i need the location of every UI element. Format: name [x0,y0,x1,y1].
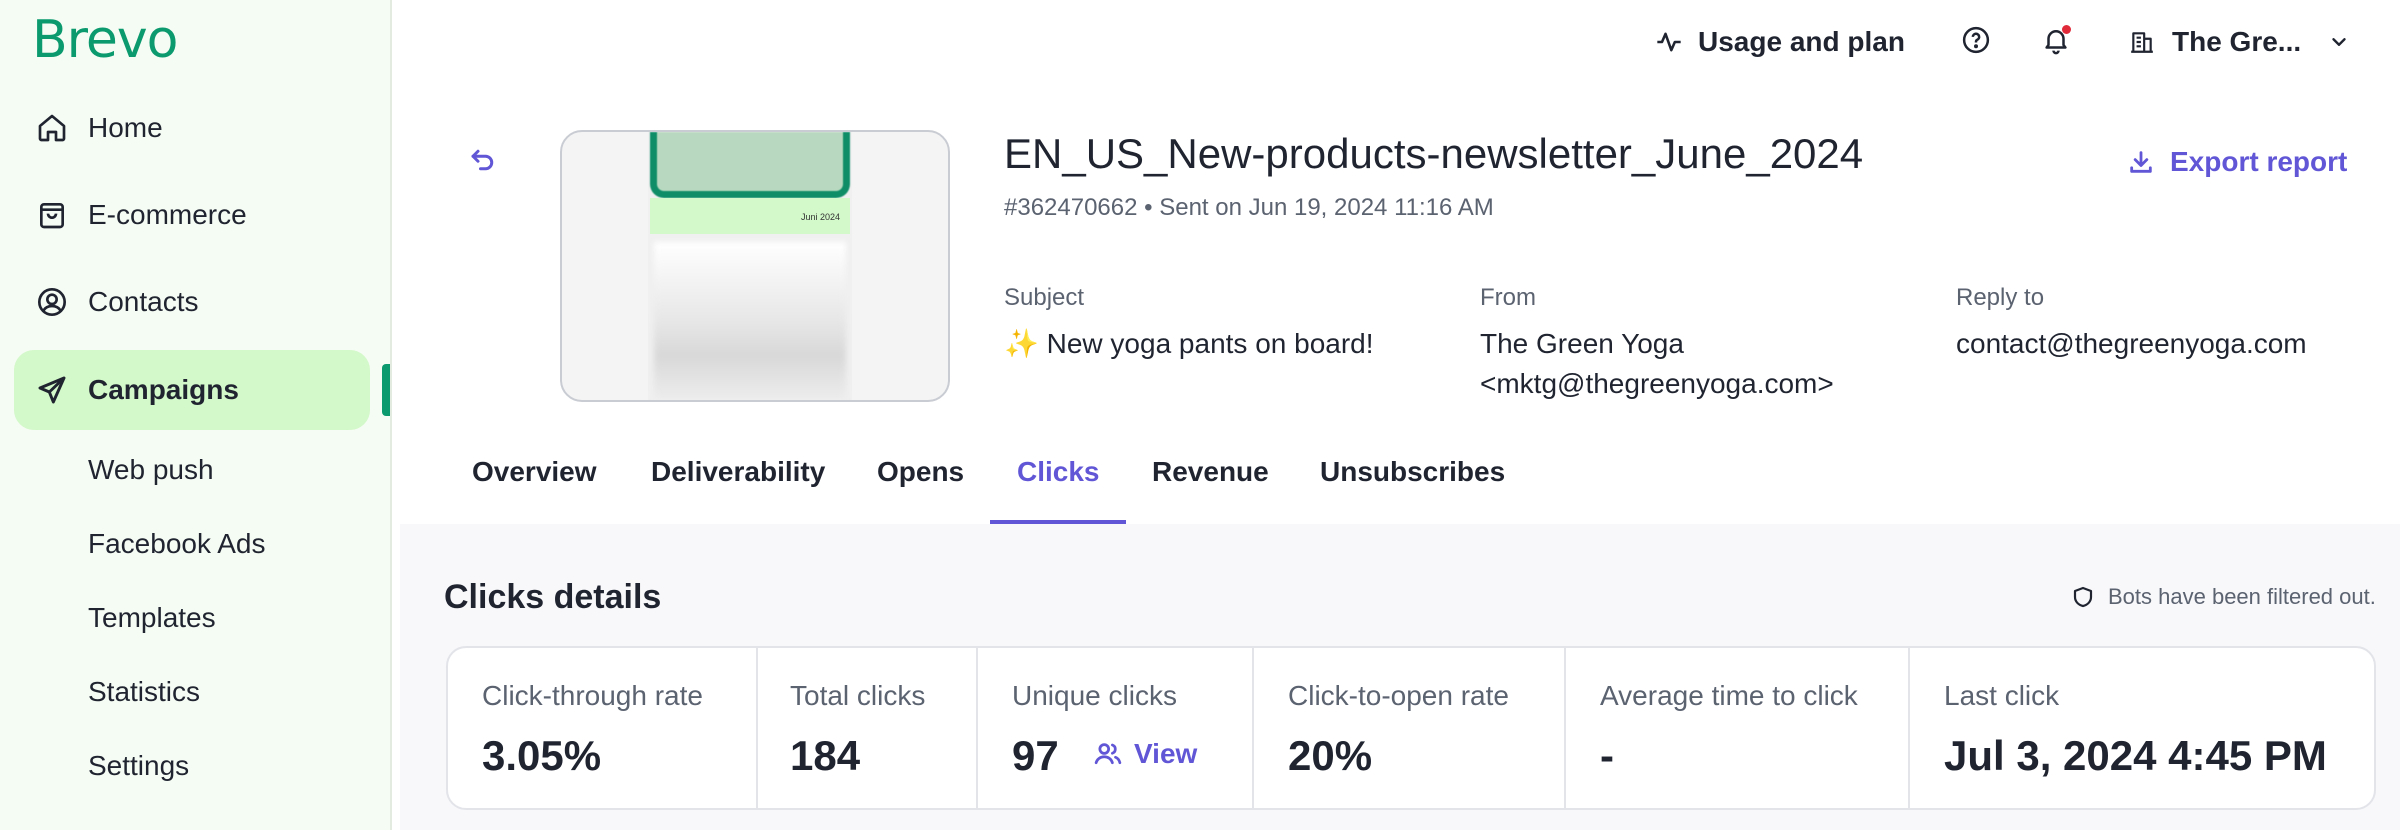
from-value: The Green Yoga <mktg@thegreenyoga.com> [1480,324,1834,404]
preview-body [654,242,846,400]
stat-label: Total clicks [790,680,926,711]
sidebar-item-label: Contacts [88,286,199,317]
sidebar-subitem-facebook-ads[interactable]: Facebook Ads [88,528,265,560]
home-icon [34,110,70,146]
back-button[interactable] [466,145,500,179]
export-report-label: Export report [2170,146,2348,177]
active-indicator [382,364,390,416]
stat-value: Jul 3, 2024 4:45 PM [1944,732,2327,779]
tab-unsubscribes[interactable]: Unsubscribes [1320,456,1505,488]
account-switcher[interactable]: The Gre... [2128,22,2351,62]
sidebar: Brevo Home E-commerce Contacts Campaigns… [0,0,392,830]
bots-filtered-text: Bots have been filtered out. [2108,584,2376,609]
preview-date: Juni 2024 [800,212,840,222]
usage-and-plan-label: Usage and plan [1698,26,1905,57]
shield-icon [2070,584,2096,610]
view-link-label: View [1134,738,1198,769]
clicks-details-title: Clicks details [444,578,662,616]
send-icon [34,372,70,408]
stats-card: Click-through rate 3.05% Total clicks 18… [446,646,2376,810]
undo-arrow-icon [468,145,498,180]
activity-icon [1654,27,1684,57]
stat-value: 3.05% [482,732,602,779]
account-name: The Gre... [2172,26,2302,57]
sidebar-item-ecommerce[interactable]: E-commerce [14,175,370,255]
download-icon [2126,147,2156,177]
preview-header [650,132,850,198]
shopping-bag-icon [34,197,70,233]
notifications-button[interactable] [2038,24,2074,60]
from-label: From [1480,284,1536,311]
subject-label: Subject [1004,284,1085,311]
users-icon [1092,738,1124,770]
sidebar-item-label: Home [88,112,163,143]
stat-total-clicks: Total clicks 184 [758,648,976,808]
stat-click-to-open-rate: Click-to-open rate 20% [1254,648,1564,808]
chevron-down-icon [2327,30,2351,54]
subject-value: ✨ New yoga pants on board! [1004,328,1374,359]
stat-last-click: Last click Jul 3, 2024 4:45 PM [1910,648,2374,808]
stat-label: Click-to-open rate [1288,680,1509,711]
tab-opens[interactable]: Opens [877,456,964,488]
stat-average-time-to-click: Average time to click - [1566,648,1908,808]
stat-label: Click-through rate [482,680,703,711]
building-icon [2128,28,2156,56]
campaign-title: EN_US_New-products-newsletter_June_2024 [1004,130,1864,177]
campaign-meta: #362470662 • Sent on Jun 19, 2024 11:16 … [1004,194,1494,221]
stat-value: - [1600,732,1614,779]
from-email: <mktg@thegreenyoga.com> [1480,368,1834,399]
from-name: The Green Yoga [1480,328,1684,359]
stat-click-through-rate: Click-through rate 3.05% [448,648,756,808]
usage-and-plan-button[interactable]: Usage and plan [1654,22,1905,62]
sidebar-item-contacts[interactable]: Contacts [14,262,370,342]
sidebar-item-home[interactable]: Home [14,88,370,168]
sidebar-item-campaigns[interactable]: Campaigns [14,350,370,430]
stat-label: Average time to click [1600,680,1858,711]
sidebar-subitem-statistics[interactable]: Statistics [88,676,200,708]
brevo-logo[interactable]: Brevo [32,10,178,70]
reply-to-value: contact@thegreenyoga.com [1956,328,2307,359]
tab-clicks[interactable]: Clicks [1017,456,1100,488]
stat-unique-clicks: Unique clicks 97 View [978,648,1252,808]
stat-value: 184 [790,732,861,779]
reply-to-label: Reply to [1956,284,2045,311]
help-button[interactable] [1958,24,1994,60]
preview-band: Juni 2024 [650,198,850,234]
sidebar-subitem-settings[interactable]: Settings [88,750,189,782]
help-icon [1961,25,1991,60]
user-circle-icon [34,284,70,320]
sidebar-item-label: Campaigns [88,374,239,405]
view-unique-clicks-link[interactable]: View [1092,738,1197,770]
stat-label: Last click [1944,680,2060,711]
email-preview-thumbnail[interactable]: Juni 2024 [560,130,950,402]
sidebar-subitem-web-push[interactable]: Web push [88,454,214,486]
bell-icon [2041,24,2071,60]
export-report-button[interactable]: Export report [2126,146,2347,178]
stat-value: 97 [1012,732,1059,779]
tab-revenue[interactable]: Revenue [1152,456,1269,488]
sidebar-subitem-templates[interactable]: Templates [88,602,216,634]
bots-filtered-note: Bots have been filtered out. [2070,584,2376,610]
stat-value: 20% [1288,732,1373,779]
sidebar-item-label: E-commerce [88,199,247,230]
notification-dot [2062,24,2071,34]
tab-overview[interactable]: Overview [472,456,597,488]
tab-deliverability[interactable]: Deliverability [651,456,825,488]
stat-label: Unique clicks [1012,680,1177,711]
